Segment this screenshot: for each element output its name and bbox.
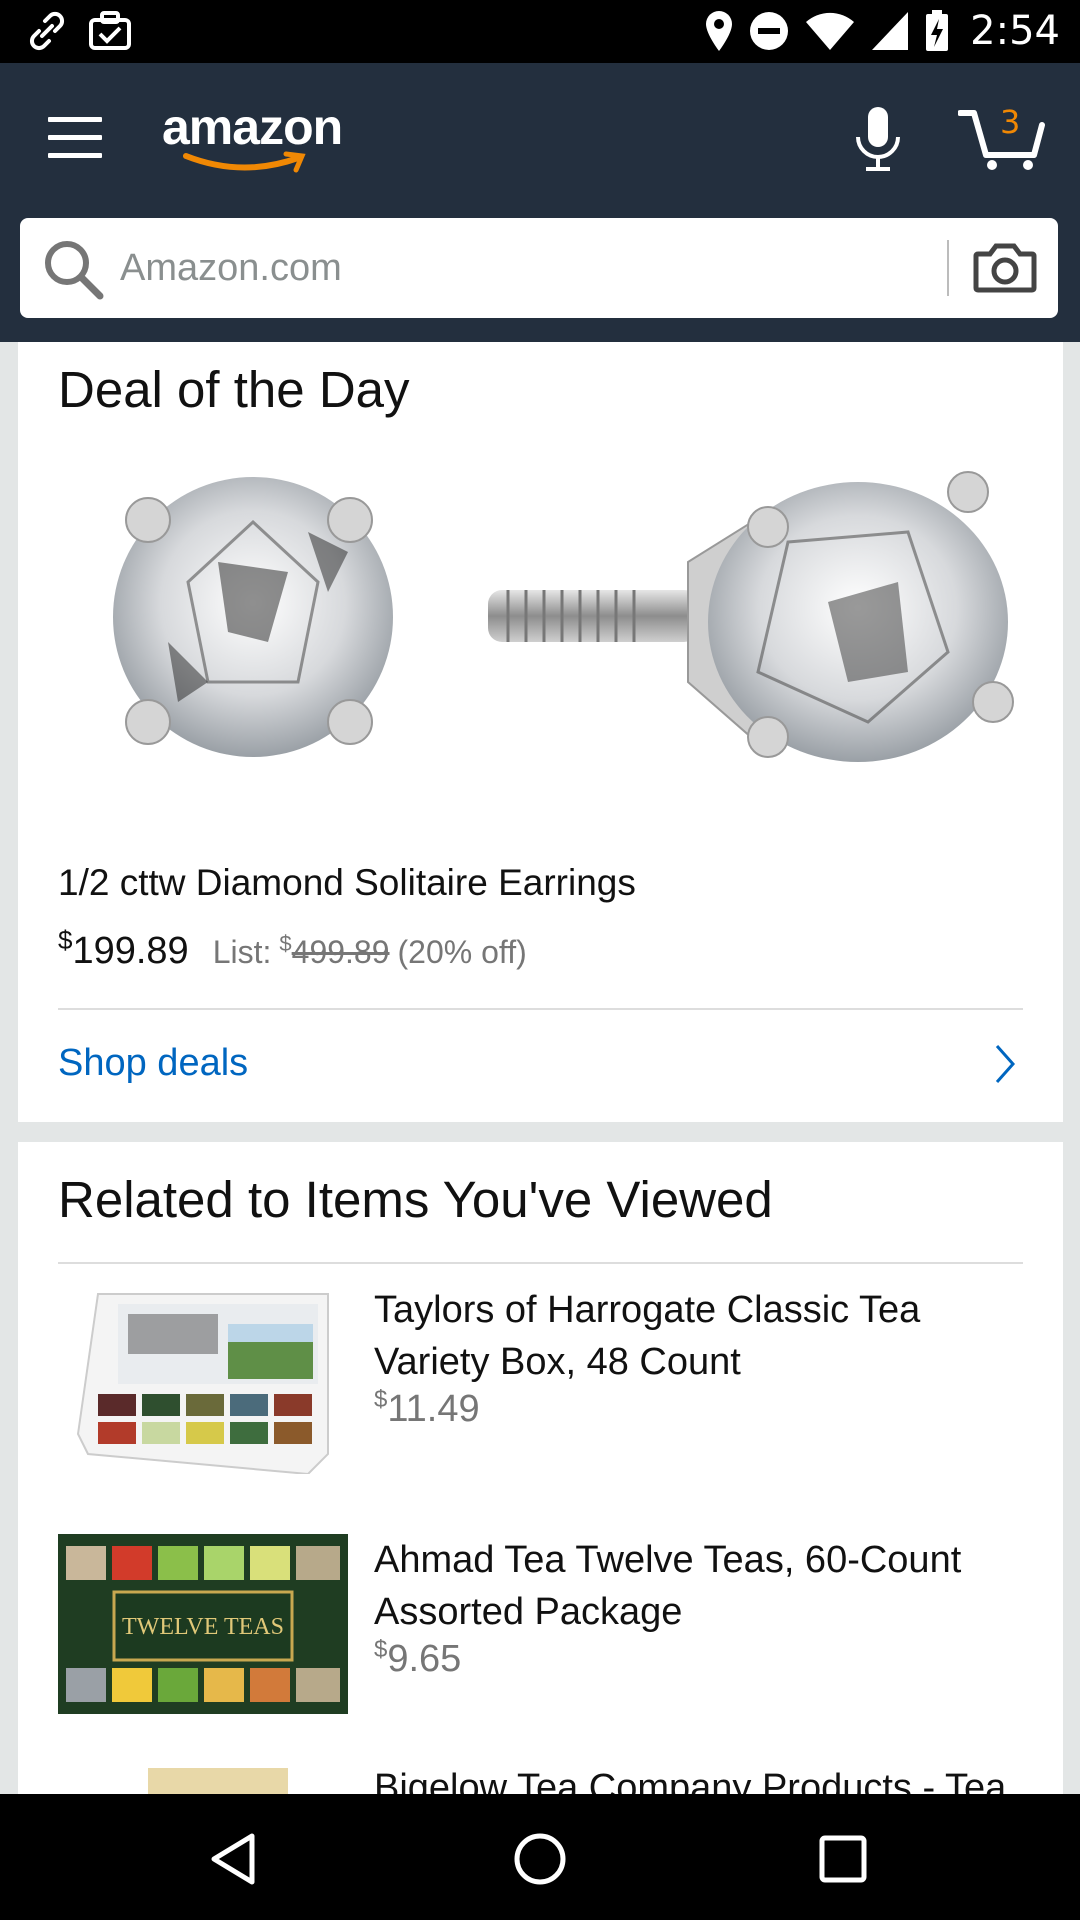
list-item[interactable]: TWELVE TEAS Ahmad Tea Twelve Teas, 60-Co… — [58, 1534, 1023, 1754]
tea-box-image — [76, 1293, 329, 1474]
deal-section-title: Deal of the Day — [58, 361, 410, 418]
list-item[interactable]: Bigelow Tea Company Products - Tea — [58, 1762, 1023, 1794]
link-icon — [29, 11, 65, 51]
app-header: amazon 3 — [0, 63, 1080, 342]
home-icon[interactable] — [505, 1824, 575, 1894]
list-price-label: List: — [212, 934, 272, 970]
deal-price: 199.89 — [72, 930, 189, 972]
divider — [58, 1008, 1023, 1010]
deal-price-row: $ 199.89 List: $ 499.89 (20% off) — [58, 925, 527, 973]
recents-icon[interactable] — [808, 1824, 878, 1894]
list-item[interactable]: Taylors of Harrogate Classic Tea Variety… — [58, 1284, 1023, 1504]
related-section-title: Related to Items You've Viewed — [58, 1171, 773, 1228]
deal-of-the-day-card: Deal of the Day 1/2 cttw Diamond Solitai… — [18, 342, 1063, 1122]
microphone-icon[interactable] — [850, 105, 906, 177]
price-currency: $ — [58, 925, 73, 955]
related-items-card: Related to Items You've Viewed Taylors o — [18, 1142, 1063, 1794]
bigelow-tea-image — [148, 1768, 288, 1794]
product-title: Taylors of Harrogate Classic Tea Variety… — [374, 1289, 921, 1383]
divider — [58, 1262, 1023, 1264]
logo-smile-icon — [183, 151, 306, 173]
product-price: $11.49 — [374, 1386, 480, 1430]
location-icon — [706, 11, 733, 51]
battery-charging-icon — [926, 10, 949, 51]
search-divider — [947, 240, 949, 296]
chevron-right-icon[interactable] — [993, 1042, 1017, 1086]
camera-icon[interactable] — [972, 240, 1038, 296]
signal-icon — [872, 12, 909, 50]
earrings-product-image[interactable] — [68, 452, 1028, 772]
savings-percent: (20% off) — [397, 934, 527, 970]
svg-text:TWELVE TEAS: TWELVE TEAS — [122, 1614, 284, 1640]
product-title: Ahmad Tea Twelve Teas, 60-Count Assorted… — [374, 1539, 962, 1633]
logo-text: amazon — [162, 99, 343, 155]
search-icon — [45, 241, 104, 300]
search-bar[interactable] — [20, 218, 1058, 318]
shop-deals-link[interactable]: Shop deals — [58, 1042, 248, 1085]
menu-icon[interactable] — [48, 117, 102, 161]
status-bar: 2:54 — [0, 0, 1080, 63]
wifi-icon — [806, 12, 855, 50]
product-title: Bigelow Tea Company Products - Tea — [374, 1767, 1007, 1794]
cart-count-badge: 3 — [1000, 103, 1021, 141]
do-not-disturb-icon — [750, 12, 789, 50]
deal-product-name[interactable]: 1/2 cttw Diamond Solitaire Earrings — [58, 862, 636, 904]
search-input[interactable] — [120, 242, 940, 294]
list-price-currency: $ — [279, 931, 292, 956]
briefcase-check-icon — [89, 11, 131, 50]
list-price: 499.89 — [291, 934, 390, 970]
clock: 2:54 — [970, 8, 1060, 54]
twelve-teas-image: TWELVE TEAS — [58, 1534, 348, 1714]
back-icon[interactable] — [200, 1824, 270, 1894]
amazon-logo[interactable]: amazon — [162, 98, 352, 173]
cart-button[interactable]: 3 — [957, 103, 1048, 173]
navigation-bar — [0, 1794, 1080, 1920]
product-price: $9.65 — [374, 1636, 462, 1680]
